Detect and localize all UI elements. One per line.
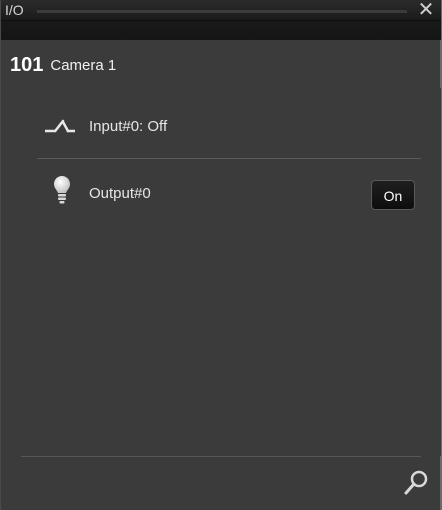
camera-number: 101 — [10, 53, 44, 76]
io-list: Input#0: Off Output#0 On — [1, 88, 441, 456]
camera-name: Camera 1 — [50, 56, 117, 74]
output-row: Output#0 On — [1, 160, 441, 230]
output-on-button[interactable]: On — [371, 180, 415, 210]
title-bar: I/O ✕ — [1, 0, 441, 40]
io-window: I/O ✕ 101 Camera 1 Input#0: Off Output#0… — [0, 0, 442, 510]
title-separator — [37, 10, 407, 13]
footer-divider — [21, 456, 421, 457]
close-icon: ✕ — [417, 0, 435, 21]
input-label: Input#0: Off — [89, 118, 168, 135]
switch-icon — [45, 119, 75, 133]
input-row: Input#0: Off — [1, 92, 441, 162]
close-button[interactable]: ✕ — [415, 0, 437, 21]
lightbulb-icon — [54, 176, 70, 204]
row-divider — [37, 158, 421, 159]
output-label: Output#0 — [89, 185, 151, 202]
search-icon[interactable] — [401, 468, 431, 498]
window-title: I/O — [5, 2, 24, 18]
camera-header: 101 Camera 1 — [10, 40, 116, 90]
